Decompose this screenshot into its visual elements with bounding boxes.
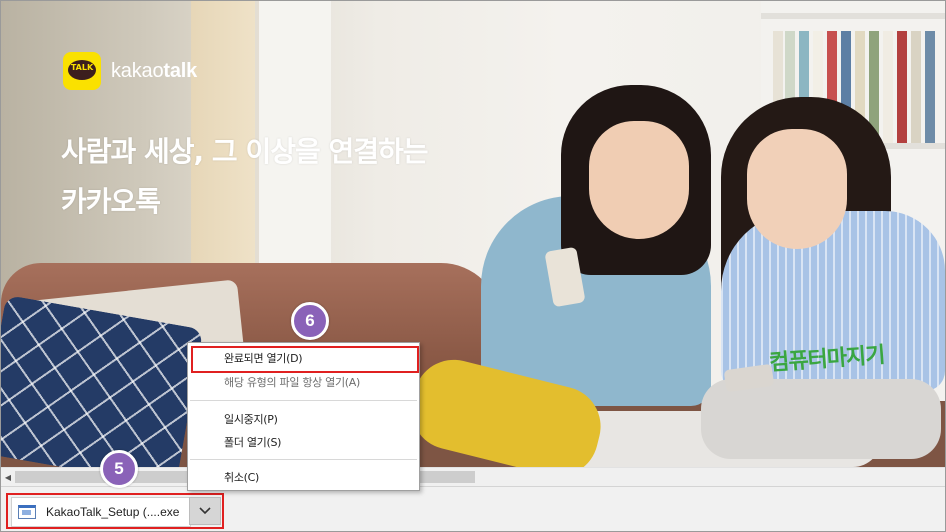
book (911, 31, 921, 143)
chevron-down-icon (199, 504, 211, 519)
step-badge-5: 5 (100, 450, 138, 488)
download-bar: KakaoTalk_Setup (....exe (1, 486, 945, 531)
book (883, 31, 893, 143)
menu-item-cancel[interactable]: 취소(C) (188, 467, 419, 489)
hero-headline: 사람과 세상, 그 이상을 연결하는 카카오톡 (61, 127, 429, 227)
download-file-name: KakaoTalk_Setup (....exe (46, 505, 180, 519)
talk-bubble-icon: TALK (63, 52, 101, 90)
book (925, 31, 935, 143)
headline-line-1: 사람과 세상, 그 이상을 연결하는 (61, 135, 429, 168)
scroll-left-arrow-icon[interactable]: ◀ (1, 468, 15, 486)
person-right-face (747, 129, 847, 249)
person-left-face (589, 121, 689, 239)
headline-line-2: 카카오톡 (61, 185, 161, 218)
talk-badge-text: TALK (70, 63, 94, 72)
kakaotalk-logo[interactable]: TALK kakaotalk (63, 52, 197, 90)
bookshelf-shelf (761, 13, 945, 19)
download-menu-button[interactable] (189, 497, 221, 525)
brand-name-light: kakao (111, 59, 164, 82)
hero-banner: TALK kakaotalk 사람과 세상, 그 이상을 연결하는 카카오톡 컴… (1, 1, 945, 467)
book (897, 31, 907, 143)
browser-window: TALK kakaotalk 사람과 세상, 그 이상을 연결하는 카카오톡 컴… (0, 0, 946, 532)
pillow-grey (701, 379, 941, 459)
exe-file-icon (18, 505, 36, 519)
menu-separator (190, 400, 417, 401)
step-badge-6: 6 (291, 302, 329, 340)
download-context-menu: 완료되면 열기(D) 해당 유형의 파일 항상 열기(A) 일시중지(P) 폴더… (187, 342, 420, 491)
menu-separator (190, 459, 417, 460)
download-item[interactable]: KakaoTalk_Setup (....exe (11, 497, 191, 527)
menu-item-open-folder[interactable]: 폴더 열기(S) (188, 432, 419, 454)
brand-name: kakaotalk (111, 60, 197, 83)
menu-item-pause[interactable]: 일시중지(P) (188, 409, 419, 431)
menu-item-always-open-type[interactable]: 해당 유형의 파일 항상 열기(A) (188, 372, 419, 394)
horizontal-scrollbar[interactable]: ◀ (1, 467, 945, 486)
menu-item-open-when-done[interactable]: 완료되면 열기(D) (188, 348, 419, 370)
brand-name-bold: talk (163, 59, 198, 82)
